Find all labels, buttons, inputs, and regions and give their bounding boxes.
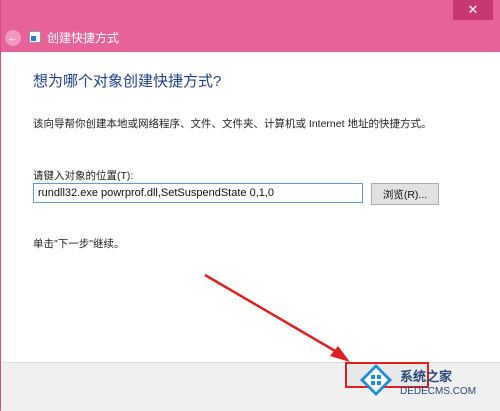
close-button[interactable]: ✕ [453,0,493,20]
close-icon: ✕ [467,2,479,17]
shortcut-icon [29,31,41,43]
back-arrow-icon: ← [7,31,19,44]
watermark-text: 系统之家 [400,369,453,384]
location-input[interactable] [33,183,363,203]
wizard-window: ✕ ← 创建快捷方式 想为哪个对象创建快捷方式? 该向导帮你创建本地或网络程序、… [0,0,500,411]
back-button[interactable]: ← [5,30,21,46]
window-title: 创建快捷方式 [47,31,120,45]
watermark-logo-icon [360,364,392,396]
browse-button[interactable]: 浏览(R)... [371,183,439,205]
page-heading: 想为哪个对象创建快捷方式? [33,73,222,90]
watermark-url: DEDECMS.COM [400,386,477,397]
location-label: 请键入对象的位置(T): [33,170,134,182]
continue-hint: 单击"下一步"继续。 [33,238,125,250]
watermark: 系统之家 DEDECMS.COM [354,356,494,406]
description-text: 该向导帮你创建本地或网络程序、文件、文件夹、计算机或 Internet 地址的快… [33,118,432,130]
title-bar: ✕ ← 创建快捷方式 [1,0,500,46]
wizard-content: 想为哪个对象创建快捷方式? 该向导帮你创建本地或网络程序、文件、文件夹、计算机或… [1,52,500,362]
